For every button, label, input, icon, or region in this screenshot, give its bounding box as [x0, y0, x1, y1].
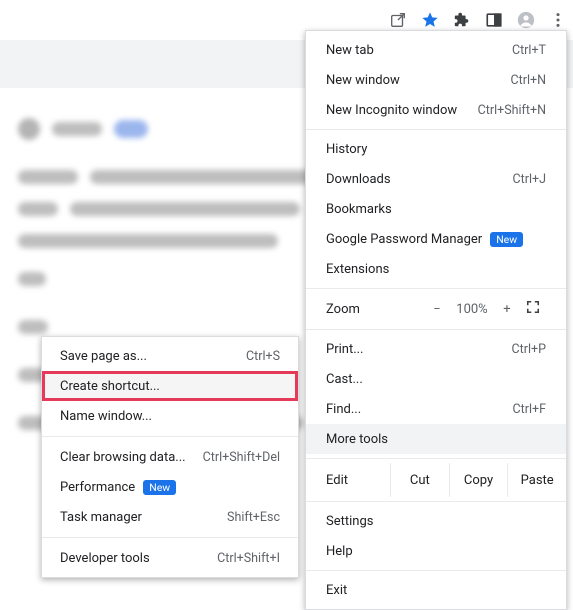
menu-password-manager[interactable]: Google Password ManagerNew — [306, 224, 566, 254]
menu-downloads[interactable]: DownloadsCtrl+J — [306, 164, 566, 194]
edit-paste[interactable]: Paste — [507, 463, 566, 497]
chrome-main-menu: New tabCtrl+T New windowCtrl+N New Incog… — [305, 30, 567, 610]
submenu-task-manager[interactable]: Task managerShift+Esc — [42, 502, 298, 532]
fullscreen-icon[interactable] — [520, 300, 546, 318]
menu-new-tab[interactable]: New tabCtrl+T — [306, 35, 566, 65]
more-tools-submenu: Save page as...Ctrl+S Create shortcut...… — [41, 336, 299, 578]
submenu-clear-browsing[interactable]: Clear browsing data...Ctrl+Shift+Del — [42, 442, 298, 472]
menu-extensions[interactable]: Extensions — [306, 254, 566, 284]
edit-copy[interactable]: Copy — [449, 463, 508, 497]
submenu-performance[interactable]: PerformanceNew — [42, 472, 298, 502]
new-badge: New — [143, 480, 176, 495]
menu-more-tools[interactable]: More tools — [306, 424, 566, 454]
side-panel-icon[interactable] — [485, 11, 503, 29]
menu-help[interactable]: Help — [306, 536, 566, 566]
extensions-puzzle-icon[interactable] — [453, 11, 471, 29]
share-icon[interactable] — [389, 11, 407, 29]
submenu-name-window[interactable]: Name window... — [42, 401, 298, 431]
submenu-developer-tools[interactable]: Developer toolsCtrl+Shift+I — [42, 543, 298, 573]
menu-edit-row: Edit Cut Copy Paste — [306, 463, 566, 497]
zoom-in-button[interactable]: + — [494, 302, 520, 317]
edit-cut[interactable]: Cut — [390, 463, 449, 497]
menu-cast[interactable]: Cast... — [306, 364, 566, 394]
zoom-out-button[interactable]: − — [424, 302, 450, 317]
menu-exit[interactable]: Exit — [306, 575, 566, 605]
menu-find[interactable]: Find...Ctrl+F — [306, 394, 566, 424]
profile-avatar-icon[interactable] — [517, 11, 535, 29]
menu-print[interactable]: Print...Ctrl+P — [306, 334, 566, 364]
kebab-menu-icon[interactable] — [549, 11, 567, 29]
menu-bookmarks[interactable]: Bookmarks — [306, 194, 566, 224]
menu-zoom: Zoom − 100% + — [306, 293, 566, 325]
new-badge: New — [490, 232, 523, 247]
submenu-save-page[interactable]: Save page as...Ctrl+S — [42, 341, 298, 371]
submenu-create-shortcut[interactable]: Create shortcut... — [42, 371, 298, 401]
menu-new-window[interactable]: New windowCtrl+N — [306, 65, 566, 95]
menu-incognito[interactable]: New Incognito windowCtrl+Shift+N — [306, 95, 566, 125]
menu-settings[interactable]: Settings — [306, 506, 566, 536]
menu-history[interactable]: History — [306, 134, 566, 164]
bookmark-star-icon[interactable] — [421, 11, 439, 29]
zoom-value: 100% — [450, 302, 494, 317]
